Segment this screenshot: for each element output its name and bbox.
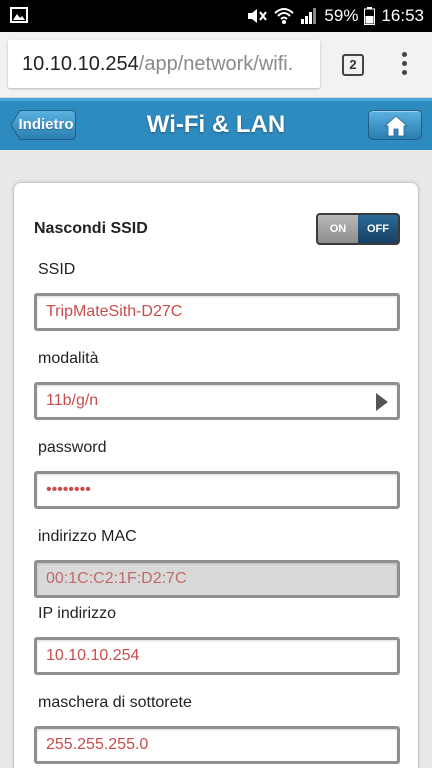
mac-address-field: 00:1C:C2:1F:D2:7C [34,560,400,598]
back-button[interactable]: Indietro [10,110,76,140]
ip-address-input[interactable]: 10.10.10.254 [34,637,400,675]
status-bar: 59% 16:53 [0,0,432,32]
battery-icon [364,7,376,25]
battery-percent: 59% [324,6,359,25]
toggle-on-label: ON [318,215,358,243]
clock: 16:53 [381,6,424,25]
ssid-label: SSID [38,261,76,278]
hide-ssid-row: Nascondi SSID ON OFF [34,213,400,247]
toggle-off-label: OFF [358,215,398,243]
mode-select[interactable]: 11b/g/n [34,382,400,420]
home-icon [384,115,408,137]
chevron-right-icon [376,393,388,411]
mute-icon [246,7,268,25]
home-button[interactable] [368,110,422,140]
url-path: /app/network/wifi. [138,53,294,75]
password-label: password [38,439,107,456]
settings-card: Nascondi SSID ON OFF SSID TripMateSith-D… [13,182,419,768]
mode-label: modalità [38,350,99,367]
url-bar[interactable]: 10.10.10.254/app/network/wifi. [8,40,320,88]
app-header: Wi-Fi & LAN Indietro [0,98,432,150]
hide-ssid-label: Nascondi SSID [34,220,148,237]
subnet-label: maschera di sottorete [38,694,192,711]
ip-label: IP indirizzo [38,605,116,622]
hide-ssid-toggle[interactable]: ON OFF [316,213,400,245]
overflow-menu-icon[interactable] [398,52,410,78]
wifi-icon [274,7,295,25]
subnet-mask-input[interactable]: 255.255.255.0 [34,726,400,764]
url-host: 10.10.10.254 [22,53,139,75]
gallery-notification-icon [10,7,28,23]
tab-switcher-button[interactable]: 2 [342,54,364,76]
back-button-label: Indietro [18,116,74,133]
ssid-input[interactable]: TripMateSith-D27C [34,293,400,331]
mac-label: indirizzo MAC [38,528,137,545]
browser-toolbar: 10.10.10.254/app/network/wifi. 2 [0,32,432,98]
mode-value: 11b/g/n [46,392,99,409]
password-input[interactable]: •••••••• [34,471,400,509]
content-area: Nascondi SSID ON OFF SSID TripMateSith-D… [0,150,432,768]
signal-icon [300,7,318,25]
